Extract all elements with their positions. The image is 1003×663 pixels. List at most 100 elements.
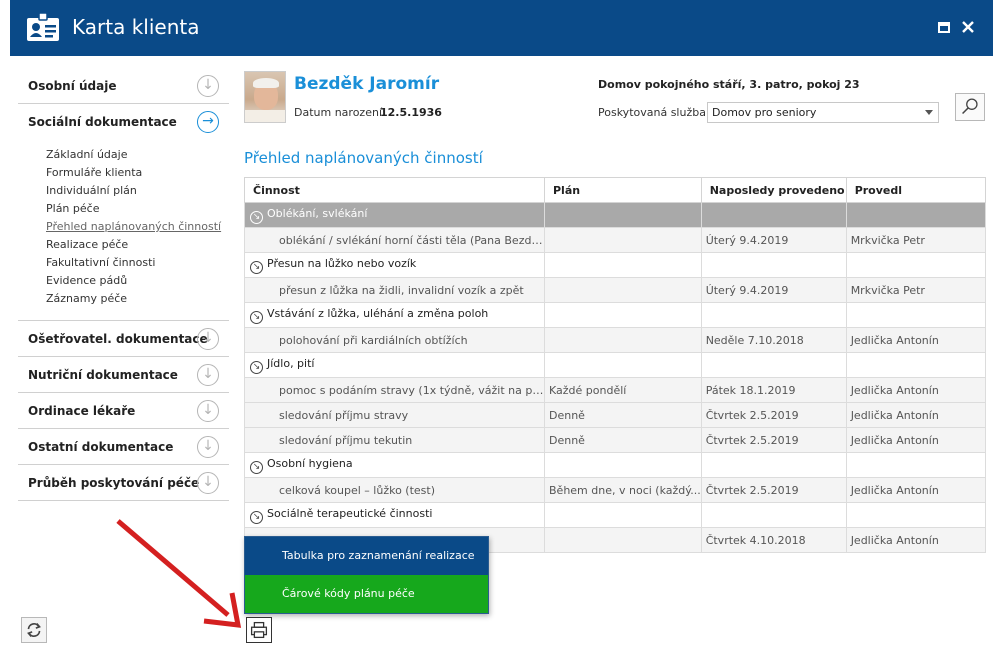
sidebar-section-label: Ošetřovatel. dokumentace — [28, 332, 208, 346]
cell-last: Úterý 9.4.2019 — [700, 227, 847, 253]
subitem-falls-record[interactable]: Evidence pádů — [46, 272, 229, 290]
title-bar: Karta klienta — [10, 0, 993, 56]
col-done-by[interactable]: Provedl — [845, 177, 987, 203]
col-plan[interactable]: Plán — [544, 177, 702, 203]
cell-text: Čtvrtek 2.5.2019 — [705, 408, 799, 422]
facility-room: Domov pokojného stáří, 3. patro, pokoj 2… — [598, 78, 860, 91]
col-activity[interactable]: Činnost — [244, 177, 545, 203]
cell-last — [700, 202, 847, 228]
social-subitems: Základní údaje Formuláře klienta Individ… — [18, 140, 229, 321]
collapse-circle-icon[interactable]: ↘ — [250, 260, 263, 274]
sidebar-section-social[interactable]: Sociální dokumentace → — [18, 104, 229, 140]
cell-text: Jedlička Antonín — [850, 433, 939, 447]
service-select[interactable]: Domov pro seniory — [707, 102, 939, 123]
subitem-care-plan[interactable]: Plán péče — [46, 200, 229, 218]
cell-text: Úterý 9.4.2019 — [705, 283, 789, 297]
cell-activity: pomoc s podáním stravy (1x týdně, vážit … — [244, 377, 545, 403]
cell-plan: Během dne, v noci (každý... — [544, 477, 702, 503]
subitem-optional-activities[interactable]: Fakultativní činnosti — [46, 254, 229, 272]
client-card-window: Karta klienta Osobní údaje ↓ Sociální do… — [0, 0, 1003, 663]
cell-by: Jedlička Antonín — [845, 527, 987, 553]
group-row[interactable]: ↘ Osobní hygiena — [244, 452, 987, 478]
cell-last: Čtvrtek 2.5.2019 — [700, 477, 847, 503]
cell-text: Jedlička Antonín — [850, 383, 939, 397]
table-row[interactable]: sledování příjmu tekutin Denně Čtvrtek 2.5… — [244, 427, 987, 453]
cell-text: Jedlička Antonín — [850, 533, 939, 547]
sidebar-section-other[interactable]: Ostatní dokumentace ↓ — [18, 429, 229, 465]
cell-text: sledování příjmu stravy — [279, 408, 409, 422]
subitem-planned-activities[interactable]: Přehled naplánovaných činností — [46, 218, 229, 236]
sidebar-section-care-progress[interactable]: Průběh poskytování péče ↓ — [18, 465, 229, 501]
cell-text: přesun z lůžka na židli, invalidní vozík… — [279, 283, 524, 297]
group-row[interactable]: ↘ Přesun na lůžko nebo vozík — [244, 252, 987, 278]
subitem-client-forms[interactable]: Formuláře klienta — [46, 164, 229, 182]
cell-text: Jedlička Antonín — [850, 483, 939, 497]
cell-text: Sociálně terapeutické činnosti — [267, 506, 433, 520]
cell-last: Čtvrtek 4.10.2018 — [700, 527, 847, 553]
cell-by — [845, 502, 987, 528]
collapse-circle-icon[interactable]: ↘ — [250, 510, 263, 524]
cell-text: Přesun na lůžko nebo vozík — [267, 256, 417, 270]
menu-item-realization-table[interactable]: Tabulka pro zaznamenání realizace — [245, 537, 488, 575]
menu-item-barcodes[interactable]: Čárové kódy plánu péče — [245, 575, 488, 613]
group-row[interactable]: ↘ Vstávání z lůžka, uléhání a změna poloh — [244, 302, 987, 328]
cell-activity: sledování příjmu stravy — [244, 402, 545, 428]
section-title: Přehled naplánovaných činností — [244, 149, 483, 167]
sidebar-section-nutrition[interactable]: Nutriční dokumentace ↓ — [18, 357, 229, 393]
table-row[interactable]: polohování při kardiálních obtížích Neděl… — [244, 327, 987, 353]
collapse-circle-icon[interactable]: ↘ — [250, 360, 263, 374]
cell-last: Neděle 7.10.2018 — [700, 327, 847, 353]
sidebar-section-doctor[interactable]: Ordinace lékaře ↓ — [18, 393, 229, 429]
search-icon[interactable] — [955, 93, 985, 121]
cell-activity: ↘ Jídlo, pití — [244, 352, 545, 378]
cell-last — [700, 252, 847, 278]
client-photo — [244, 71, 286, 123]
planned-activities-table: Činnost Plán Naposledy provedeno Provedl… — [244, 177, 987, 553]
cell-by: Jedlička Antonín — [845, 402, 987, 428]
group-row[interactable]: ↘ Sociálně terapeutické činnosti — [244, 502, 987, 528]
cell-text: oblékání / svlékání horní části těla (Pa… — [279, 233, 545, 247]
collapse-circle-icon[interactable]: ↘ — [250, 310, 263, 324]
cell-by: Jedlička Antonín — [845, 377, 987, 403]
cell-by: Mrkvička Petr — [845, 277, 987, 303]
col-last-done[interactable]: Naposledy provedeno — [700, 177, 847, 203]
table-row[interactable]: oblékání / svlékání horní části těla (Pa… — [244, 227, 987, 253]
subitem-care-records[interactable]: Záznamy péče — [46, 290, 229, 308]
collapse-circle-icon[interactable]: ↘ — [250, 210, 263, 224]
subitem-care-realization[interactable]: Realizace péče — [46, 236, 229, 254]
table-row[interactable]: přesun z lůžka na židli, invalidní vozík… — [244, 277, 987, 303]
cell-activity: ↘ Osobní hygiena — [244, 452, 545, 478]
close-icon[interactable] — [960, 19, 976, 35]
sidebar-section-label: Ordinace lékaře — [28, 404, 136, 418]
dob-label: Datum narození: — [294, 106, 386, 119]
subitem-basic-info[interactable]: Základní údaje — [46, 146, 229, 164]
arrow-circle-down-icon: ↓ — [197, 364, 219, 386]
cell-plan — [544, 352, 702, 378]
cell-plan — [544, 302, 702, 328]
sidebar-section-label: Sociální dokumentace — [28, 115, 177, 129]
cell-text: Jídlo, pití — [267, 356, 315, 370]
group-row[interactable]: ↘ Jídlo, pití — [244, 352, 987, 378]
cell-last: Čtvrtek 2.5.2019 — [700, 402, 847, 428]
table-row[interactable]: pomoc s podáním stravy (1x týdně, vážit … — [244, 377, 987, 403]
table-row[interactable]: sledování příjmu stravy Denně Čtvrtek 2.5.… — [244, 402, 987, 428]
cell-last: Pátek 18.1.2019 — [700, 377, 847, 403]
refresh-icon[interactable] — [21, 617, 47, 643]
cell-activity: sledování příjmu tekutin — [244, 427, 545, 453]
group-row[interactable]: ↘ Oblékání, svlékání — [244, 202, 987, 228]
sidebar-section-personal[interactable]: Osobní údaje ↓ — [18, 68, 229, 104]
print-icon[interactable] — [246, 617, 272, 643]
sidebar-section-nursing[interactable]: Ošetřovatel. dokumentace ↓ — [18, 321, 229, 357]
cell-last: Úterý 9.4.2019 — [700, 277, 847, 303]
maximize-icon[interactable] — [936, 19, 952, 35]
cell-by — [845, 352, 987, 378]
cell-plan — [544, 327, 702, 353]
cell-text: Neděle 7.10.2018 — [705, 333, 804, 347]
table-row[interactable]: celková koupel – lůžko (test) Během dne, … — [244, 477, 987, 503]
cell-text: Jedlička Antonín — [850, 333, 939, 347]
cell-activity: ↘ Sociálně terapeutické činnosti — [244, 502, 545, 528]
cell-last — [700, 452, 847, 478]
collapse-circle-icon[interactable]: ↘ — [250, 460, 263, 474]
cell-by — [845, 302, 987, 328]
subitem-individual-plan[interactable]: Individuální plán — [46, 182, 229, 200]
